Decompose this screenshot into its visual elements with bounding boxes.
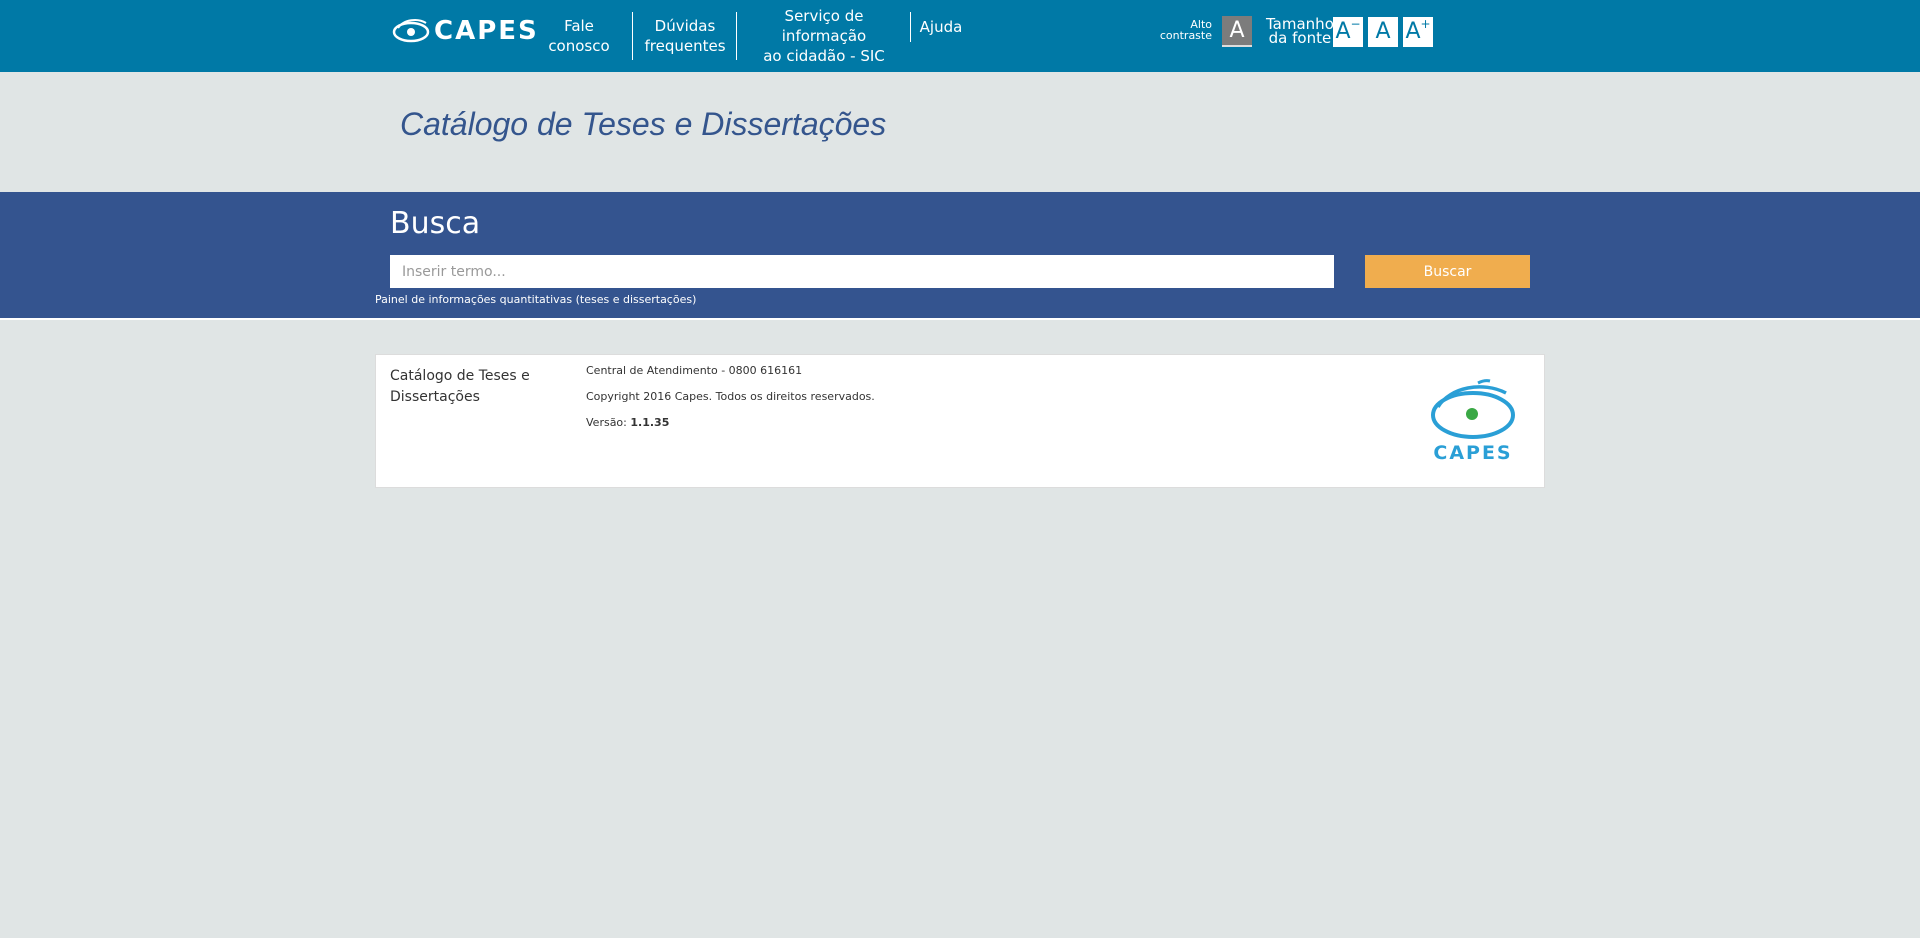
nav-divider: [736, 12, 737, 60]
nav-label-line1: Fale: [564, 17, 594, 35]
font-size-label-line2: da fonte: [1268, 29, 1332, 47]
font-decrease-button[interactable]: A−: [1333, 17, 1363, 47]
contrast-label: Alto contraste: [1150, 19, 1212, 41]
nav-label-line2: conosco: [548, 37, 610, 55]
font-increase-glyph: A: [1405, 19, 1421, 44]
divider: [0, 318, 1920, 320]
minus-icon: −: [1350, 17, 1361, 31]
footer-logo-text: CAPES: [1433, 442, 1512, 464]
contrast-label-line2: contraste: [1159, 29, 1212, 42]
nav-duvidas-frequentes[interactable]: Dúvidas frequentes: [640, 12, 730, 60]
capes-eye-icon: [392, 19, 430, 43]
nav-fale-conosco[interactable]: Fale conosco: [540, 12, 618, 60]
quantitative-panel-link[interactable]: Painel de informações quantitativas (tes…: [375, 293, 696, 306]
footer-support: Central de Atendimento - 0800 616161: [586, 364, 803, 377]
font-size-label: Tamanho da fonte: [1266, 17, 1334, 47]
footer: Catálogo de Teses e Dissertações Central…: [375, 354, 1545, 488]
font-reset-button[interactable]: A: [1368, 17, 1398, 47]
search-input[interactable]: [390, 255, 1334, 288]
logo-text: CAPES: [434, 16, 539, 46]
nav-divider: [632, 12, 633, 60]
footer-version: Versão: 1.1.35: [586, 416, 669, 429]
nav-label-line1: Dúvidas: [654, 17, 716, 35]
top-bar: CAPES Fale conosco Dúvidas frequentes Serv…: [0, 0, 1920, 72]
nav-divider: [910, 12, 911, 42]
footer-title: Catálogo de Teses e Dissertações: [390, 368, 530, 405]
capes-logo[interactable]: CAPES: [392, 16, 539, 46]
nav-ajuda[interactable]: Ajuda: [916, 10, 966, 44]
search-section: Busca Buscar Painel de informações quant…: [0, 192, 1920, 318]
version-label: Versão:: [586, 416, 631, 429]
nav-label-line2: ao cidadão - SIC: [763, 47, 885, 65]
search-button[interactable]: Buscar: [1365, 255, 1530, 288]
capes-footer-logo-icon: CAPES: [1431, 379, 1515, 464]
search-heading: Busca: [390, 206, 481, 241]
nav-servico-sic[interactable]: Serviço de informação ao cidadão - SIC: [742, 7, 906, 65]
plus-icon: +: [1420, 17, 1431, 31]
footer-copyright: Copyright 2016 Capes. Todos os direitos …: [586, 390, 875, 403]
nav-label-line1: Serviço de informação: [781, 7, 867, 45]
nav-label: Ajuda: [919, 18, 963, 36]
nav-label-line2: frequentes: [644, 37, 726, 55]
font-increase-button[interactable]: A+: [1403, 17, 1433, 47]
high-contrast-button[interactable]: A: [1222, 16, 1252, 47]
version-number: 1.1.35: [630, 416, 670, 429]
page-title: Catálogo de Teses e Dissertações: [400, 106, 887, 142]
font-decrease-glyph: A: [1335, 19, 1351, 44]
